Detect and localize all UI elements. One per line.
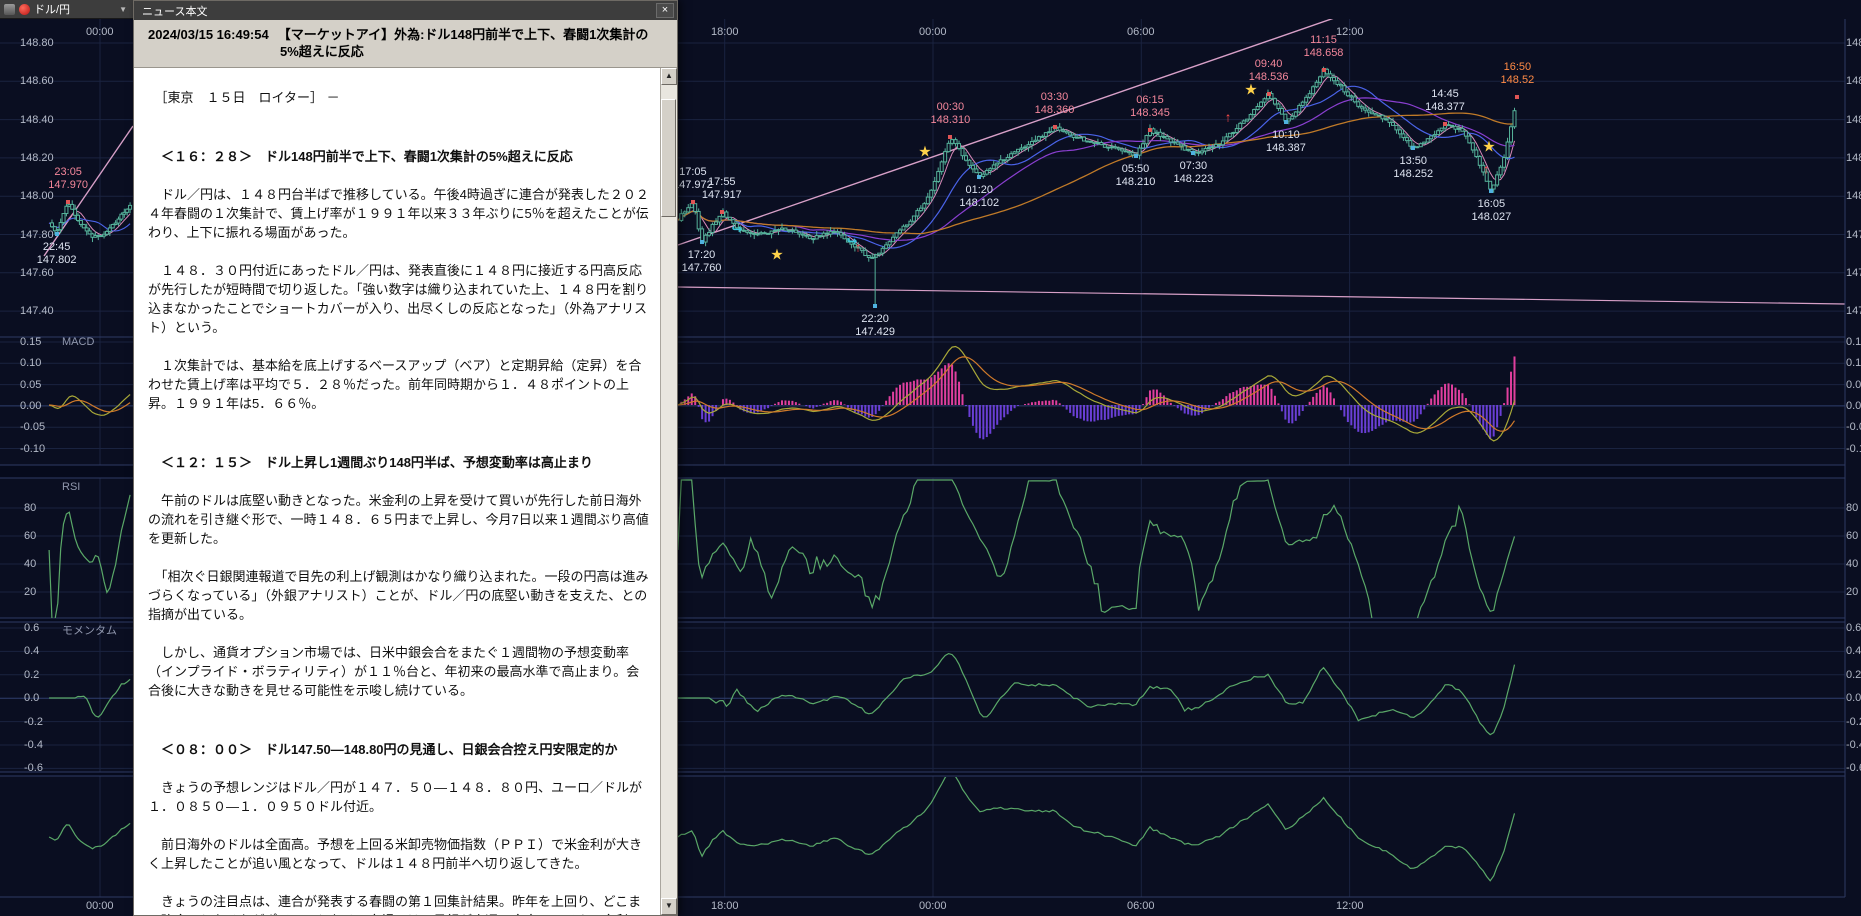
currency-pair-icon [19, 4, 30, 15]
news-paragraph: 前日海外のドルは全面高。予想を上回る米卸売物価指数（ＰＰＩ）で米金利が大きく上昇… [148, 835, 650, 873]
pair-selector-label[interactable]: ドル/円 [34, 1, 115, 17]
news-paragraph: １４８．３０円付近にあったドル／円は、発表直後に１４８円に接近する円高反応が先行… [148, 261, 650, 337]
news-paragraph: ［東京 １５日 ロイター］ － [148, 88, 650, 107]
news-scrollbar[interactable]: ▲ ▼ [660, 68, 677, 915]
trading-app: 148.80148.80148.60148.60148.40148.40148.… [0, 0, 1861, 916]
scrollbar-thumb[interactable] [661, 99, 676, 217]
pair-titlebar: ドル/円 ▼ [0, 0, 133, 19]
scroll-down-button[interactable]: ▼ [661, 898, 677, 915]
news-window-title: ニュース本文 [142, 3, 656, 19]
news-paragraph: 「相次ぐ日銀関連報道で目先の利上げ観測はかなり織り込まれた。一段の円高は進みづら… [148, 567, 650, 624]
news-window-titlebar[interactable]: ニュース本文 × [134, 1, 677, 20]
news-paragraph: ＜１６：２８＞ ドル148円前半で上下、春闘1次集計の5%超えに反応 [148, 147, 650, 166]
news-window: ニュース本文 × 2024/03/15 16:49:54 【マーケットアイ】外為:… [133, 0, 678, 916]
news-body[interactable]: ［東京 １５日 ロイター］ － ＜１６：２８＞ ドル148円前半で上下、春闘1次… [134, 68, 660, 915]
news-paragraph: １次集計では、基本給を底上げするベースアップ（ベア）と定期昇給（定昇）を合わせた… [148, 356, 650, 413]
app-icon [4, 4, 15, 15]
news-headline-area: 2024/03/15 16:49:54 【マーケットアイ】外為:ドル148円前半で… [134, 20, 677, 67]
news-headline: 【マーケットアイ】外為:ドル148円前半で上下、春闘1次集計の5%超えに反応 [278, 27, 649, 59]
news-paragraph: 午前のドルは底堅い動きとなった。米金利の上昇を受けて買いが先行した前日海外の流れ… [148, 491, 650, 548]
news-paragraph: きょうの注目点は、連合が発表する春闘の第１回集計結果。昨年を上回り、どこまで強含… [148, 892, 650, 915]
news-paragraph: ドル／円は、１４８円台半ばで推移している。午後4時過ぎに連合が発表した２０２４年… [148, 185, 650, 242]
news-timestamp: 2024/03/15 16:49:54 [148, 27, 269, 42]
chevron-down-icon[interactable]: ▼ [119, 5, 129, 14]
news-paragraph: しかし、通貨オプション市場では、日米中銀会合をまたぐ１週間物の予想変動率（インプ… [148, 643, 650, 700]
scroll-up-button[interactable]: ▲ [661, 68, 677, 85]
news-paragraph: ＜０８：００＞ ドル147.50―148.80円の見通し、日銀会合控え円安限定的… [148, 740, 650, 759]
close-icon[interactable]: × [656, 3, 674, 18]
news-paragraph: ＜１２：１５＞ ドル上昇し1週間ぶり148円半ば、予想変動率は高止まり [148, 453, 650, 472]
scrollbar-track[interactable] [661, 85, 677, 898]
news-paragraph: きょうの予想レンジはドル／円が１４７．５０―１４８．８０円、ユーロ／ドルが１．０… [148, 778, 650, 816]
